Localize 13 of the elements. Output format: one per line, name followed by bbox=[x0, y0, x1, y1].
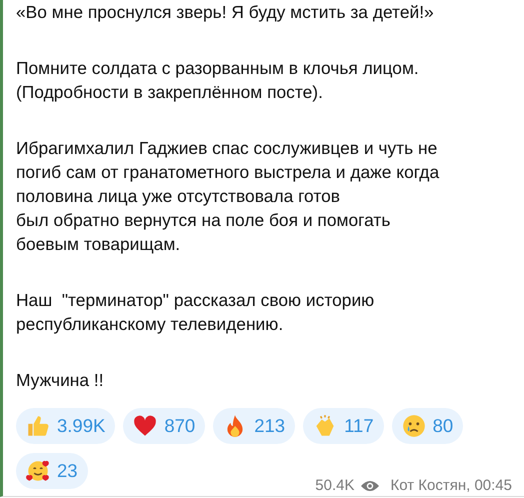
reaction-button[interactable]: 213 bbox=[213, 408, 296, 444]
message-paragraph: Наш "терминатор" рассказал свою историю республиканскому телевидению. bbox=[16, 289, 376, 336]
message-paragraph: Ибрагимхалил Гаджиев спас сослуживцев и чуть не погиб сам от гранатометного выстрела и даже когда половина лица уже отсутствовала готов был обратно вернутся на поле боя и помогать боевым товарищам. bbox=[16, 137, 440, 256]
author-time: Кот Костян, 00:45 bbox=[390, 476, 512, 496]
reaction-button[interactable]: 23 bbox=[16, 453, 88, 489]
message-paragraph: «Во мне проснулся зверь! Я буду мстить за детей!» bbox=[16, 1, 435, 24]
view-count: 50.4K bbox=[315, 476, 354, 496]
reaction-button[interactable]: 117 bbox=[303, 408, 384, 444]
reaction-button[interactable]: 870 bbox=[123, 408, 206, 444]
reaction-button[interactable]: 80 bbox=[392, 408, 464, 444]
message-paragraph: Мужчина !! bbox=[16, 369, 105, 392]
reaction-button[interactable]: 3.99K bbox=[16, 408, 116, 444]
message-paragraph: Помните солдата с разорванным в клочья лицом. (Подробности в закреплённом посте). bbox=[16, 57, 420, 104]
